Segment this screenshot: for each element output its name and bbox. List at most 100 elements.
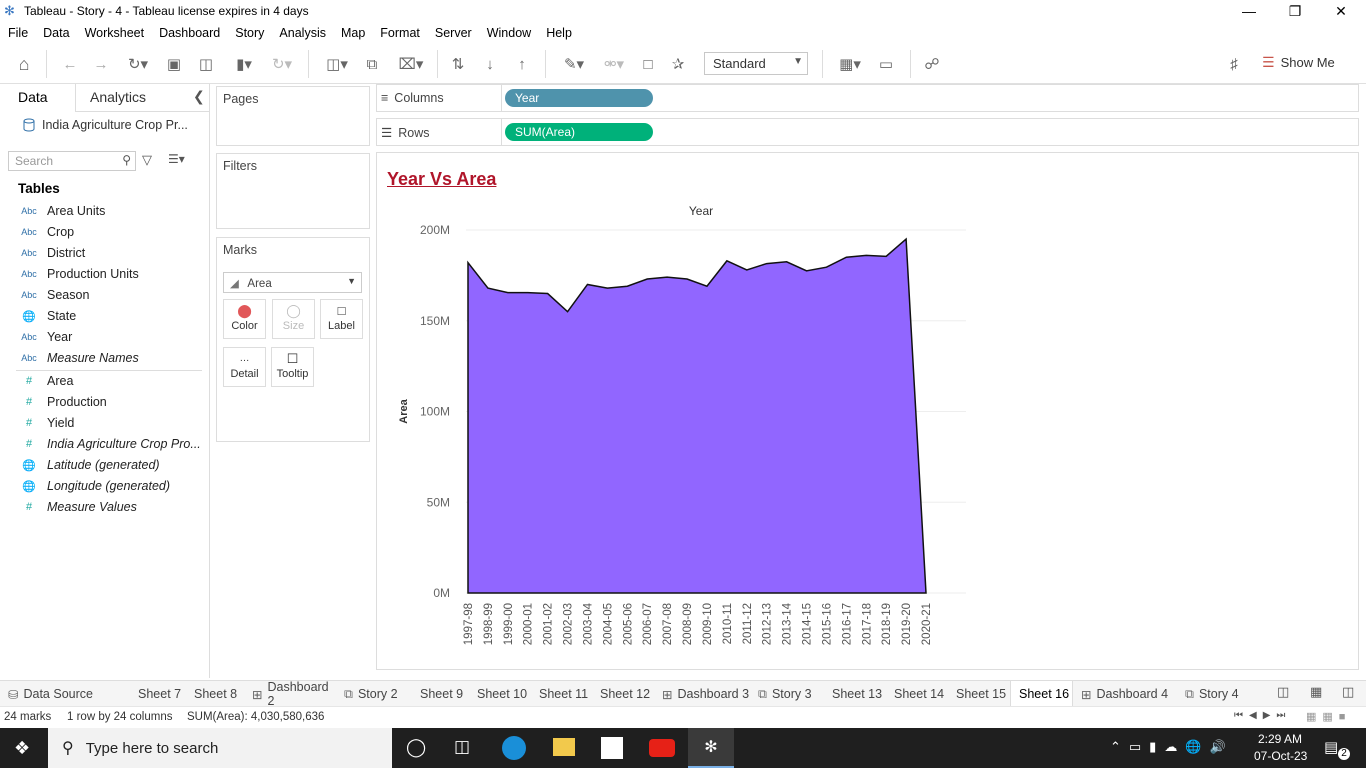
minimize-button[interactable]: — (1226, 0, 1272, 22)
collapse-pane-icon[interactable]: ❮ (193, 88, 205, 105)
mark-type-select[interactable]: ◢ Area ▼ (223, 272, 362, 293)
clear-sheet-icon[interactable]: ⌧▾ (392, 52, 430, 76)
home-icon[interactable]: ⌂ (12, 52, 36, 76)
field-item[interactable]: # Area (0, 371, 205, 391)
menu-help[interactable]: Help (546, 26, 572, 40)
cortana-icon[interactable]: ◯ (406, 737, 426, 758)
field-item[interactable]: Abc District (0, 243, 205, 263)
sort-ascending-icon[interactable]: ↓ (478, 52, 502, 76)
refresh-icon[interactable]: ↻▾ (264, 52, 300, 76)
columns-pill-year[interactable]: Year (505, 89, 653, 107)
field-item[interactable]: # India Agriculture Crop Pro... (0, 434, 205, 454)
tray-icons[interactable]: ⌃▭▮☁🌐🔊 (1110, 739, 1234, 755)
tab-dashboard-4[interactable]: ⊞ Dashboard 4 (1073, 681, 1177, 707)
edge-icon[interactable] (502, 736, 526, 760)
menu-analysis[interactable]: Analysis (279, 26, 326, 40)
detail-button[interactable]: … Detail (223, 347, 266, 387)
tab-sheet-15[interactable]: Sheet 15 (948, 681, 1010, 707)
undo-icon[interactable]: ← (58, 52, 82, 76)
store-icon[interactable] (601, 737, 623, 759)
notification-icon[interactable]: ▤ (1324, 738, 1338, 756)
youtube-icon[interactable] (649, 739, 675, 757)
field-item[interactable]: # Measure Values (0, 497, 205, 517)
fix-axes-icon[interactable]: ✰ (666, 52, 690, 76)
tab-sheet-7[interactable]: Sheet 7 (130, 681, 186, 707)
tab-sheet-16[interactable]: Sheet 16 (1010, 681, 1073, 707)
clock-time[interactable]: 2:29 AM (1258, 732, 1302, 746)
swap-rows-columns-icon[interactable]: ⇅ (446, 52, 470, 76)
area-chart[interactable]: Year Area 0M 50M 100M 150M 200M 1997-98 1998-… (377, 153, 1358, 669)
filter-fields-icon[interactable]: ▽ (142, 152, 152, 168)
tab-sheet-10[interactable]: Sheet 10 (469, 681, 531, 707)
replay-icon[interactable]: ↻▾ (120, 52, 156, 76)
redo-icon[interactable]: → (89, 52, 113, 76)
new-dashboard-tab-icon[interactable]: ▦ (1310, 684, 1322, 700)
fit-mode-select[interactable]: Standard ▼ (704, 52, 808, 75)
filters-card[interactable]: Filters (216, 153, 370, 229)
pause-updates-icon[interactable]: ▮▾ (226, 52, 262, 76)
field-item[interactable]: Abc Crop (0, 222, 205, 242)
tab-sheet-8[interactable]: Sheet 8 (186, 681, 244, 707)
data-source-name[interactable]: India Agriculture Crop Pr... (42, 118, 188, 132)
clock-date[interactable]: 07-Oct-23 (1254, 749, 1307, 763)
paint-roller-icon[interactable]: ♯ (1222, 52, 1246, 76)
view-options-icon[interactable]: ☰▾ (168, 152, 185, 166)
view-mode-icons[interactable]: ▦▦■ (1306, 710, 1351, 723)
show-me-button[interactable]: ☰ Show Me (1262, 54, 1335, 71)
group-members-icon[interactable]: ⚮▾ (596, 52, 632, 76)
tab-sheet-12[interactable]: Sheet 12 (592, 681, 654, 707)
new-story-tab-icon[interactable]: ◫ (1342, 684, 1354, 700)
field-item[interactable]: Abc Season (0, 285, 205, 305)
field-item[interactable]: # Production (0, 392, 205, 412)
field-item[interactable]: # Yield (0, 413, 205, 433)
new-worksheet-icon[interactable]: ◫▾ (318, 52, 356, 76)
file-explorer-icon[interactable] (553, 738, 575, 756)
taskbar-search[interactable]: ⚲ Type here to search (48, 728, 392, 768)
tab-data[interactable]: Data (0, 84, 76, 112)
menu-file[interactable]: File (8, 26, 28, 40)
menu-map[interactable]: Map (341, 26, 365, 40)
field-item[interactable]: Abc Area Units (0, 201, 205, 221)
menu-worksheet[interactable]: Worksheet (85, 26, 145, 40)
tab-sheet-14[interactable]: Sheet 14 (886, 681, 948, 707)
field-item[interactable]: Abc Measure Names (0, 348, 205, 368)
tab-story-3[interactable]: ⧉ Story 3 (750, 681, 824, 707)
show-cards-icon[interactable]: ▦▾ (832, 52, 868, 76)
windows-start-icon[interactable]: ❖ (14, 738, 30, 759)
columns-shelf[interactable]: ≡ Columns Year (376, 84, 1359, 112)
tab-story-2[interactable]: ⧉ Story 2 (336, 681, 412, 707)
tab-dashboard-3[interactable]: ⊞ Dashboard 3 (654, 681, 750, 707)
menu-data[interactable]: Data (43, 26, 69, 40)
duplicate-sheet-icon[interactable]: ⧉ (360, 52, 384, 76)
menu-window[interactable]: Window (487, 26, 531, 40)
tab-dashboard-2[interactable]: ⊞ Dashboard 2 (244, 680, 336, 708)
pages-card[interactable]: Pages (216, 86, 370, 146)
area-mark[interactable] (467, 237, 927, 594)
menu-dashboard[interactable]: Dashboard (159, 26, 220, 40)
share-icon[interactable]: ☍ (920, 52, 944, 76)
field-item[interactable]: 🌐 State (0, 306, 205, 326)
menu-format[interactable]: Format (380, 26, 420, 40)
field-item[interactable]: Abc Year (0, 327, 205, 347)
sheet-nav-icons[interactable]: ⏮◀▶⏭ (1234, 710, 1291, 721)
field-item[interactable]: 🌐 Longitude (generated) (0, 476, 205, 496)
field-item[interactable]: Abc Production Units (0, 264, 205, 284)
tab-story-4[interactable]: ⧉ Story 4 (1177, 681, 1267, 707)
color-button[interactable]: ⬤ Color (223, 299, 266, 339)
menu-server[interactable]: Server (435, 26, 472, 40)
presentation-mode-icon[interactable]: ▭ (874, 52, 898, 76)
show-mark-labels-icon[interactable]: □ (636, 52, 660, 76)
rows-shelf[interactable]: ☰ Rows SUM(Area) (376, 118, 1359, 146)
tab-analytics[interactable]: Analytics (90, 89, 146, 105)
tab-sheet-9[interactable]: Sheet 9 (412, 681, 469, 707)
new-data-source-icon[interactable]: ◫ (194, 52, 218, 76)
tab-data-source[interactable]: ⛁ Data Source (0, 681, 130, 707)
new-worksheet-tab-icon[interactable]: ◫ (1277, 684, 1289, 700)
label-button[interactable]: □ Label (320, 299, 363, 339)
tab-sheet-11[interactable]: Sheet 11 (531, 681, 592, 707)
menu-story[interactable]: Story (235, 26, 264, 40)
highlight-icon[interactable]: ✎▾ (556, 52, 592, 76)
size-button[interactable]: ◯ Size (272, 299, 315, 339)
restore-button[interactable]: ❐ (1272, 0, 1318, 22)
task-view-icon[interactable]: ◫ (454, 737, 470, 757)
